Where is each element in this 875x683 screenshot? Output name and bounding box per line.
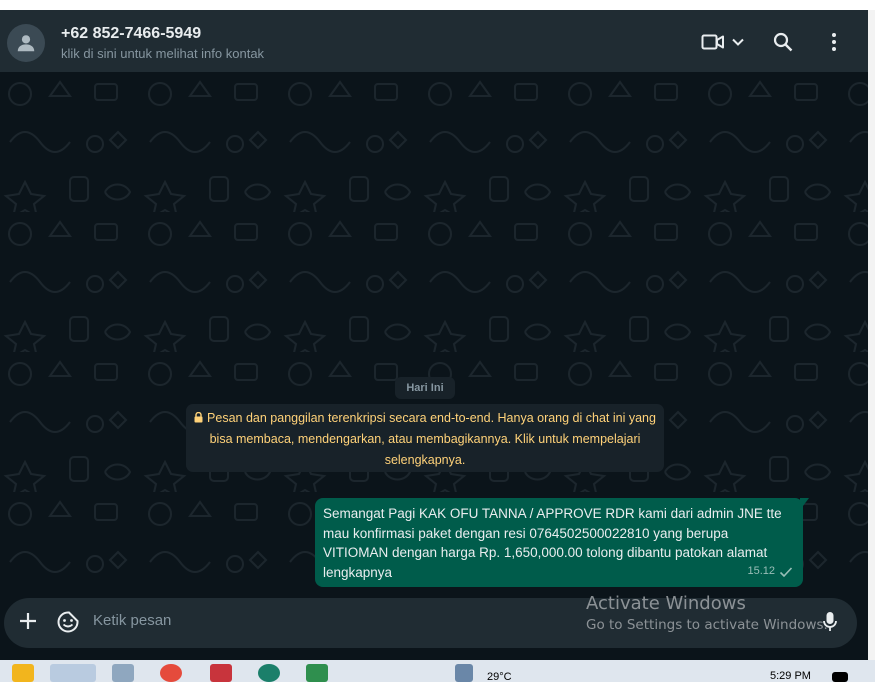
notification-icon[interactable] (832, 672, 848, 682)
chat-header[interactable]: +62 852-7466-5949 klik di sini untuk mel… (0, 10, 868, 72)
attach-button[interactable] (18, 611, 38, 631)
voice-message-button[interactable] (822, 611, 838, 633)
composer: Ketik pesan Activate Windows Go to Setti… (4, 593, 857, 648)
file-explorer-taskbar-icon[interactable] (12, 664, 34, 682)
watermark-subtitle: Go to Settings to activate Windows. (586, 617, 828, 633)
weather-widget-icon[interactable] (455, 664, 473, 682)
single-check-icon (779, 567, 793, 578)
default-avatar-icon (17, 35, 35, 52)
windows-activation-watermark: Activate Windows Go to Settings to activ… (586, 593, 828, 633)
message-input[interactable]: Ketik pesan (93, 612, 171, 629)
menu-button[interactable] (830, 32, 838, 52)
plus-icon (20, 613, 36, 629)
chrome-taskbar-icon[interactable] (160, 664, 182, 682)
chat-area[interactable]: Hari Ini Pesan dan panggilan terenkripsi… (0, 72, 868, 594)
search-icon (773, 32, 793, 52)
video-camera-icon (701, 34, 724, 50)
window-edge (868, 10, 875, 660)
whatsapp-chat-window: +62 852-7466-5949 klik di sini untuk mel… (0, 10, 868, 660)
contact-name[interactable]: +62 852-7466-5949 (61, 25, 201, 43)
video-call-button[interactable] (701, 32, 746, 52)
message-text: Semangat Pagi KAK OFU TANNA / APPROVE RD… (323, 506, 782, 580)
microphone-icon (823, 612, 837, 631)
app-taskbar-icon[interactable] (112, 664, 134, 682)
sticker-smiley-icon (57, 611, 79, 633)
lock-icon (194, 412, 203, 423)
composer-bar: Ketik pesan Activate Windows Go to Setti… (0, 593, 868, 660)
app-taskbar-icon-2[interactable] (210, 664, 232, 682)
outgoing-message[interactable]: Semangat Pagi KAK OFU TANNA / APPROVE RD… (315, 498, 803, 587)
message-time: 15.12 (747, 565, 775, 578)
date-divider: Hari Ini (395, 377, 455, 399)
excel-taskbar-icon[interactable] (306, 664, 328, 682)
edge-taskbar-icon[interactable] (50, 664, 96, 682)
browser-top-strip (0, 0, 875, 10)
encryption-notice-text: Pesan dan panggilan terenkripsi secara e… (207, 411, 656, 467)
taskbar-clock[interactable]: 5:29 PM (770, 670, 811, 682)
avatar[interactable] (7, 24, 45, 62)
watermark-title: Activate Windows (586, 593, 746, 614)
message-meta: 15.12 (747, 562, 793, 582)
weather-text: 29°C (487, 671, 512, 683)
encryption-notice[interactable]: Pesan dan panggilan terenkripsi secara e… (186, 404, 664, 472)
search-button[interactable] (773, 32, 793, 52)
contact-info-hint[interactable]: klik di sini untuk melihat info kontak (61, 46, 264, 61)
app-taskbar-icon-3[interactable] (258, 664, 280, 682)
more-vertical-icon (832, 33, 836, 51)
windows-taskbar: 29°C 5:29 PM (0, 660, 875, 683)
sticker-button[interactable] (56, 610, 80, 634)
chevron-down-icon (732, 38, 744, 46)
